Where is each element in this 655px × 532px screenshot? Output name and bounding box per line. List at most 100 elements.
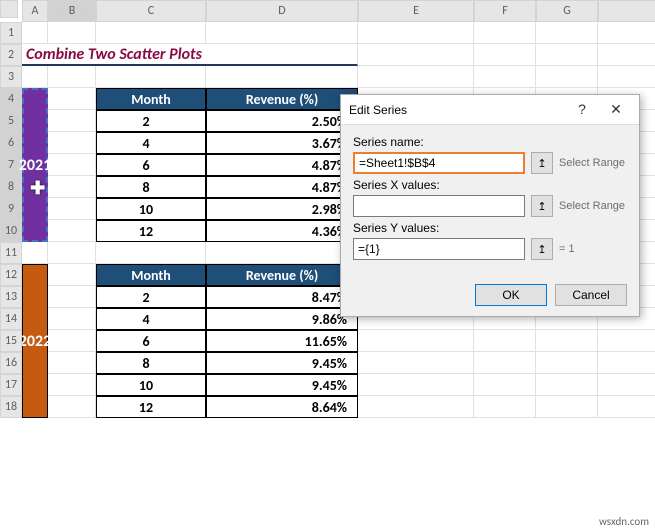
- table-cell[interactable]: 10: [96, 374, 206, 396]
- table-cell[interactable]: 4.87%: [206, 176, 358, 198]
- cell[interactable]: [474, 66, 536, 88]
- table-cell[interactable]: 12: [96, 396, 206, 418]
- range-select-icon[interactable]: ↥: [531, 152, 553, 174]
- cell[interactable]: [206, 242, 358, 264]
- cell[interactable]: [48, 286, 96, 308]
- cell[interactable]: [48, 352, 96, 374]
- table-cell[interactable]: 6: [96, 330, 206, 352]
- table2-header-month[interactable]: Month: [96, 264, 206, 286]
- cell[interactable]: [206, 66, 358, 88]
- table-cell[interactable]: 9.86%: [206, 308, 358, 330]
- cell[interactable]: [474, 22, 536, 44]
- table-cell[interactable]: 4.87%: [206, 154, 358, 176]
- col-header-blank[interactable]: [598, 0, 655, 22]
- cell[interactable]: [22, 66, 48, 88]
- table-cell[interactable]: 3.67%: [206, 132, 358, 154]
- series-name-input[interactable]: [353, 152, 525, 174]
- row-header-12[interactable]: 12: [0, 264, 22, 286]
- table-cell[interactable]: 12: [96, 220, 206, 242]
- row-header-2[interactable]: 2: [0, 44, 22, 66]
- series-x-input[interactable]: [353, 195, 525, 217]
- range-select-icon[interactable]: ↥: [531, 238, 553, 260]
- cell[interactable]: [474, 330, 536, 352]
- row-header-16[interactable]: 16: [0, 352, 22, 374]
- cell[interactable]: [206, 22, 358, 44]
- cell[interactable]: [536, 374, 598, 396]
- table-cell[interactable]: 4: [96, 308, 206, 330]
- col-header-E[interactable]: E: [358, 0, 474, 22]
- col-header-B[interactable]: B: [48, 0, 96, 22]
- row-header-11[interactable]: 11: [0, 242, 22, 264]
- table-cell[interactable]: 11.65%: [206, 330, 358, 352]
- row-header-13[interactable]: 13: [0, 286, 22, 308]
- cell[interactable]: [22, 242, 48, 264]
- row-header-5[interactable]: 5: [0, 110, 22, 132]
- table-cell[interactable]: 4.36%: [206, 220, 358, 242]
- cell[interactable]: [598, 66, 655, 88]
- table-cell[interactable]: 4: [96, 132, 206, 154]
- cell[interactable]: [48, 374, 96, 396]
- col-header-A[interactable]: A: [22, 0, 48, 22]
- row-header-17[interactable]: 17: [0, 374, 22, 396]
- cell[interactable]: [48, 264, 96, 286]
- cell[interactable]: [536, 22, 598, 44]
- cell[interactable]: [358, 44, 474, 66]
- cell[interactable]: [48, 154, 96, 176]
- cell[interactable]: [598, 22, 655, 44]
- row-header-9[interactable]: 9: [0, 198, 22, 220]
- table-cell[interactable]: 6: [96, 154, 206, 176]
- cell[interactable]: [48, 220, 96, 242]
- cell[interactable]: [48, 198, 96, 220]
- year-label-2021[interactable]: 2021 ✚: [22, 88, 48, 242]
- table-cell[interactable]: 2.98%: [206, 198, 358, 220]
- table-cell[interactable]: 8.64%: [206, 396, 358, 418]
- cell[interactable]: [474, 374, 536, 396]
- cell[interactable]: [358, 330, 474, 352]
- cancel-button[interactable]: Cancel: [555, 284, 627, 306]
- row-header-15[interactable]: 15: [0, 330, 22, 352]
- cell[interactable]: [48, 242, 96, 264]
- table-cell[interactable]: 8: [96, 176, 206, 198]
- cell[interactable]: [48, 176, 96, 198]
- close-icon[interactable]: ✕: [601, 101, 631, 118]
- cell[interactable]: [358, 352, 474, 374]
- help-icon[interactable]: ?: [567, 101, 597, 118]
- page-title[interactable]: Combine Two Scatter Plots: [22, 44, 358, 66]
- row-header-4[interactable]: 4: [0, 88, 22, 110]
- row-header-18[interactable]: 18: [0, 396, 22, 418]
- row-header-14[interactable]: 14: [0, 308, 22, 330]
- ok-button[interactable]: OK: [475, 284, 547, 306]
- table-cell[interactable]: 8.47%: [206, 286, 358, 308]
- cell[interactable]: [48, 88, 96, 110]
- col-header-C[interactable]: C: [96, 0, 206, 22]
- cell[interactable]: [96, 242, 206, 264]
- cell[interactable]: [358, 396, 474, 418]
- cell[interactable]: [48, 110, 96, 132]
- row-header-1[interactable]: 1: [0, 22, 22, 44]
- table-cell[interactable]: 8: [96, 352, 206, 374]
- col-header-D[interactable]: D: [206, 0, 358, 22]
- cell[interactable]: [536, 330, 598, 352]
- dialog-titlebar[interactable]: Edit Series ? ✕: [341, 95, 639, 125]
- cell[interactable]: [536, 396, 598, 418]
- cell[interactable]: [48, 132, 96, 154]
- year-label-2022[interactable]: 2022: [22, 264, 48, 418]
- cell[interactable]: [358, 22, 474, 44]
- cell[interactable]: [358, 374, 474, 396]
- cell[interactable]: [474, 44, 536, 66]
- col-header-G[interactable]: G: [536, 0, 598, 22]
- range-select-icon[interactable]: ↥: [531, 195, 553, 217]
- select-all-triangle[interactable]: [0, 0, 18, 18]
- table-cell[interactable]: 10: [96, 198, 206, 220]
- cell[interactable]: [48, 22, 96, 44]
- cell[interactable]: [474, 352, 536, 374]
- row-header-8[interactable]: 8: [0, 176, 22, 198]
- cell[interactable]: [536, 352, 598, 374]
- table1-header-month[interactable]: Month: [96, 88, 206, 110]
- row-header-6[interactable]: 6: [0, 132, 22, 154]
- cell[interactable]: [598, 396, 655, 418]
- cell[interactable]: [48, 330, 96, 352]
- cell[interactable]: [474, 396, 536, 418]
- series-y-input[interactable]: [353, 238, 525, 260]
- cell[interactable]: [598, 352, 655, 374]
